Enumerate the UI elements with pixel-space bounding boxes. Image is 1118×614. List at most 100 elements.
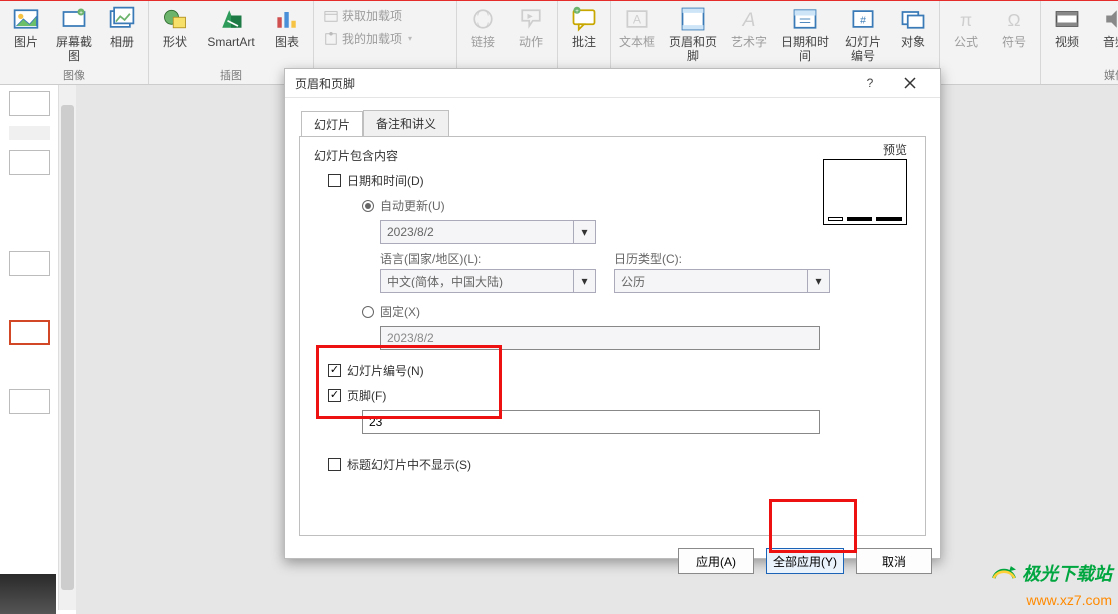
thumbnail-scrollbar[interactable] <box>59 85 76 610</box>
chart-icon <box>273 5 301 33</box>
footer-text-input[interactable] <box>362 410 820 434</box>
calendar-combo[interactable]: ▾ <box>614 269 830 293</box>
svg-text:A: A <box>633 12 642 26</box>
group-symbols: π 公式 Ω 符号 <box>940 1 1041 84</box>
label: 艺术字 <box>731 35 767 49</box>
group-label: 媒体 <box>1104 67 1118 83</box>
watermark-text: 极光下载站 <box>1022 560 1112 586</box>
chevron-down-icon[interactable]: ▾ <box>573 221 595 243</box>
slide-thumbnail[interactable] <box>9 91 50 116</box>
calendar-label: 日历类型(C): <box>614 250 830 267</box>
group-media: 视频 音频 屏幕录制 媒体 <box>1041 1 1118 84</box>
wordart-button: A 艺术字 <box>729 3 769 65</box>
language-label: 语言(国家/地区)(L): <box>380 250 596 267</box>
cancel-button[interactable]: 取消 <box>856 548 932 574</box>
label: 相册 <box>110 35 134 49</box>
headerfooter-icon <box>679 5 707 33</box>
shapes-button[interactable]: 形状 <box>155 3 195 65</box>
comment-button[interactable]: + 批注 <box>564 3 604 65</box>
label: 获取加载项 <box>342 7 402 24</box>
close-button[interactable] <box>890 69 930 98</box>
label: 幻灯片编号 <box>841 35 885 63</box>
auto-update-radio[interactable] <box>362 200 374 212</box>
svg-text:+: + <box>575 8 579 15</box>
object-button[interactable]: 对象 <box>893 3 933 65</box>
apply-button[interactable]: 应用(A) <box>678 548 754 574</box>
date-format-combo[interactable]: ▾ <box>380 220 596 244</box>
chart-button[interactable]: 图表 <box>267 3 307 65</box>
dialog-titlebar: 页眉和页脚 ? <box>285 69 940 98</box>
screenshot-button[interactable]: + 屏幕截图 <box>54 3 94 65</box>
fixed-radio[interactable] <box>362 306 374 318</box>
dialog-tabs: 幻灯片 备注和讲义 <box>285 98 940 136</box>
slidenum-button[interactable]: # 幻灯片编号 <box>841 3 885 65</box>
datetime-checkbox[interactable] <box>328 174 341 187</box>
chevron-down-icon: ▾ <box>408 34 412 43</box>
comment-icon: + <box>570 5 598 33</box>
label: 图表 <box>275 35 299 49</box>
my-addins-button[interactable]: 我的加载项 ▾ <box>324 30 446 47</box>
label: 符号 <box>1002 35 1026 49</box>
slide-thumbnail[interactable] <box>9 126 50 140</box>
dialog-title: 页眉和页脚 <box>295 75 355 92</box>
smartart-button[interactable]: SmartArt <box>203 3 259 65</box>
fixed-label: 固定(X) <box>380 303 420 320</box>
smartart-icon <box>217 5 245 33</box>
album-icon <box>108 5 136 33</box>
label: 我的加载项 <box>342 30 402 47</box>
slidenum-icon: # <box>849 5 877 33</box>
thumbnails <box>0 85 59 610</box>
apply-all-button[interactable]: 全部应用(Y) <box>766 548 844 574</box>
textbox-icon: A <box>623 5 651 33</box>
svg-text:π: π <box>960 10 972 30</box>
video-button[interactable]: 视频 <box>1047 3 1087 65</box>
language-input[interactable] <box>381 274 573 288</box>
chevron-down-icon[interactable]: ▾ <box>807 270 829 292</box>
footer-checkbox[interactable] <box>328 389 341 402</box>
label: 形状 <box>163 35 187 49</box>
screenshot-icon: + <box>60 5 88 33</box>
datetime-button[interactable]: 日期和时间 <box>777 3 833 65</box>
fixed-row[interactable]: 固定(X) <box>362 303 911 320</box>
tab-slide[interactable]: 幻灯片 <box>301 111 363 137</box>
tab-notes[interactable]: 备注和讲义 <box>363 110 449 136</box>
language-combo[interactable]: ▾ <box>380 269 596 293</box>
label: 音频 <box>1103 35 1118 49</box>
svg-text:#: # <box>860 14 866 26</box>
insert-picture-button[interactable]: 图片 <box>6 3 46 65</box>
headerfooter-button[interactable]: 页眉和页脚 <box>665 3 721 65</box>
hidetitle-checkbox[interactable] <box>328 458 341 471</box>
label: 动作 <box>519 35 543 49</box>
get-addins-button[interactable]: 获取加载项 <box>324 7 446 24</box>
hidetitle-checkbox-row[interactable]: 标题幻灯片中不显示(S) <box>328 456 911 473</box>
group-label <box>988 69 991 81</box>
slidenum-checkbox[interactable] <box>328 364 341 377</box>
hidetitle-label: 标题幻灯片中不显示(S) <box>347 456 471 473</box>
action-button: 动作 <box>511 3 551 65</box>
footer-checkbox-row[interactable]: 页脚(F) <box>328 387 911 404</box>
slide-thumbnail-selected[interactable] <box>9 320 50 345</box>
slidenum-checkbox-row[interactable]: 幻灯片编号(N) <box>328 362 911 379</box>
chevron-down-icon[interactable]: ▾ <box>573 270 595 292</box>
slide-thumbnail[interactable] <box>9 251 50 276</box>
slide-thumbnail[interactable] <box>9 389 50 414</box>
wordart-icon: A <box>735 5 763 33</box>
section-label: 幻灯片包含内容 <box>314 147 911 164</box>
fixed-date-input[interactable] <box>380 326 820 350</box>
audio-button[interactable]: 音频 <box>1095 3 1118 65</box>
label: 批注 <box>572 35 596 49</box>
help-button[interactable]: ? <box>850 69 890 98</box>
label: 日期和时间 <box>777 35 833 63</box>
album-button[interactable]: 相册 <box>102 3 142 65</box>
dialog-buttons: 应用(A) 全部应用(Y) 取消 <box>285 548 940 584</box>
close-icon <box>904 77 916 89</box>
cropped-thumbnail <box>0 574 56 614</box>
link-icon <box>469 5 497 33</box>
date-format-input[interactable] <box>381 225 573 239</box>
calendar-input[interactable] <box>615 274 807 288</box>
action-icon <box>517 5 545 33</box>
label: 屏幕截图 <box>54 35 94 63</box>
slide-thumbnail[interactable] <box>9 150 50 175</box>
label: 文本框 <box>619 35 655 49</box>
picture-icon <box>12 5 40 33</box>
